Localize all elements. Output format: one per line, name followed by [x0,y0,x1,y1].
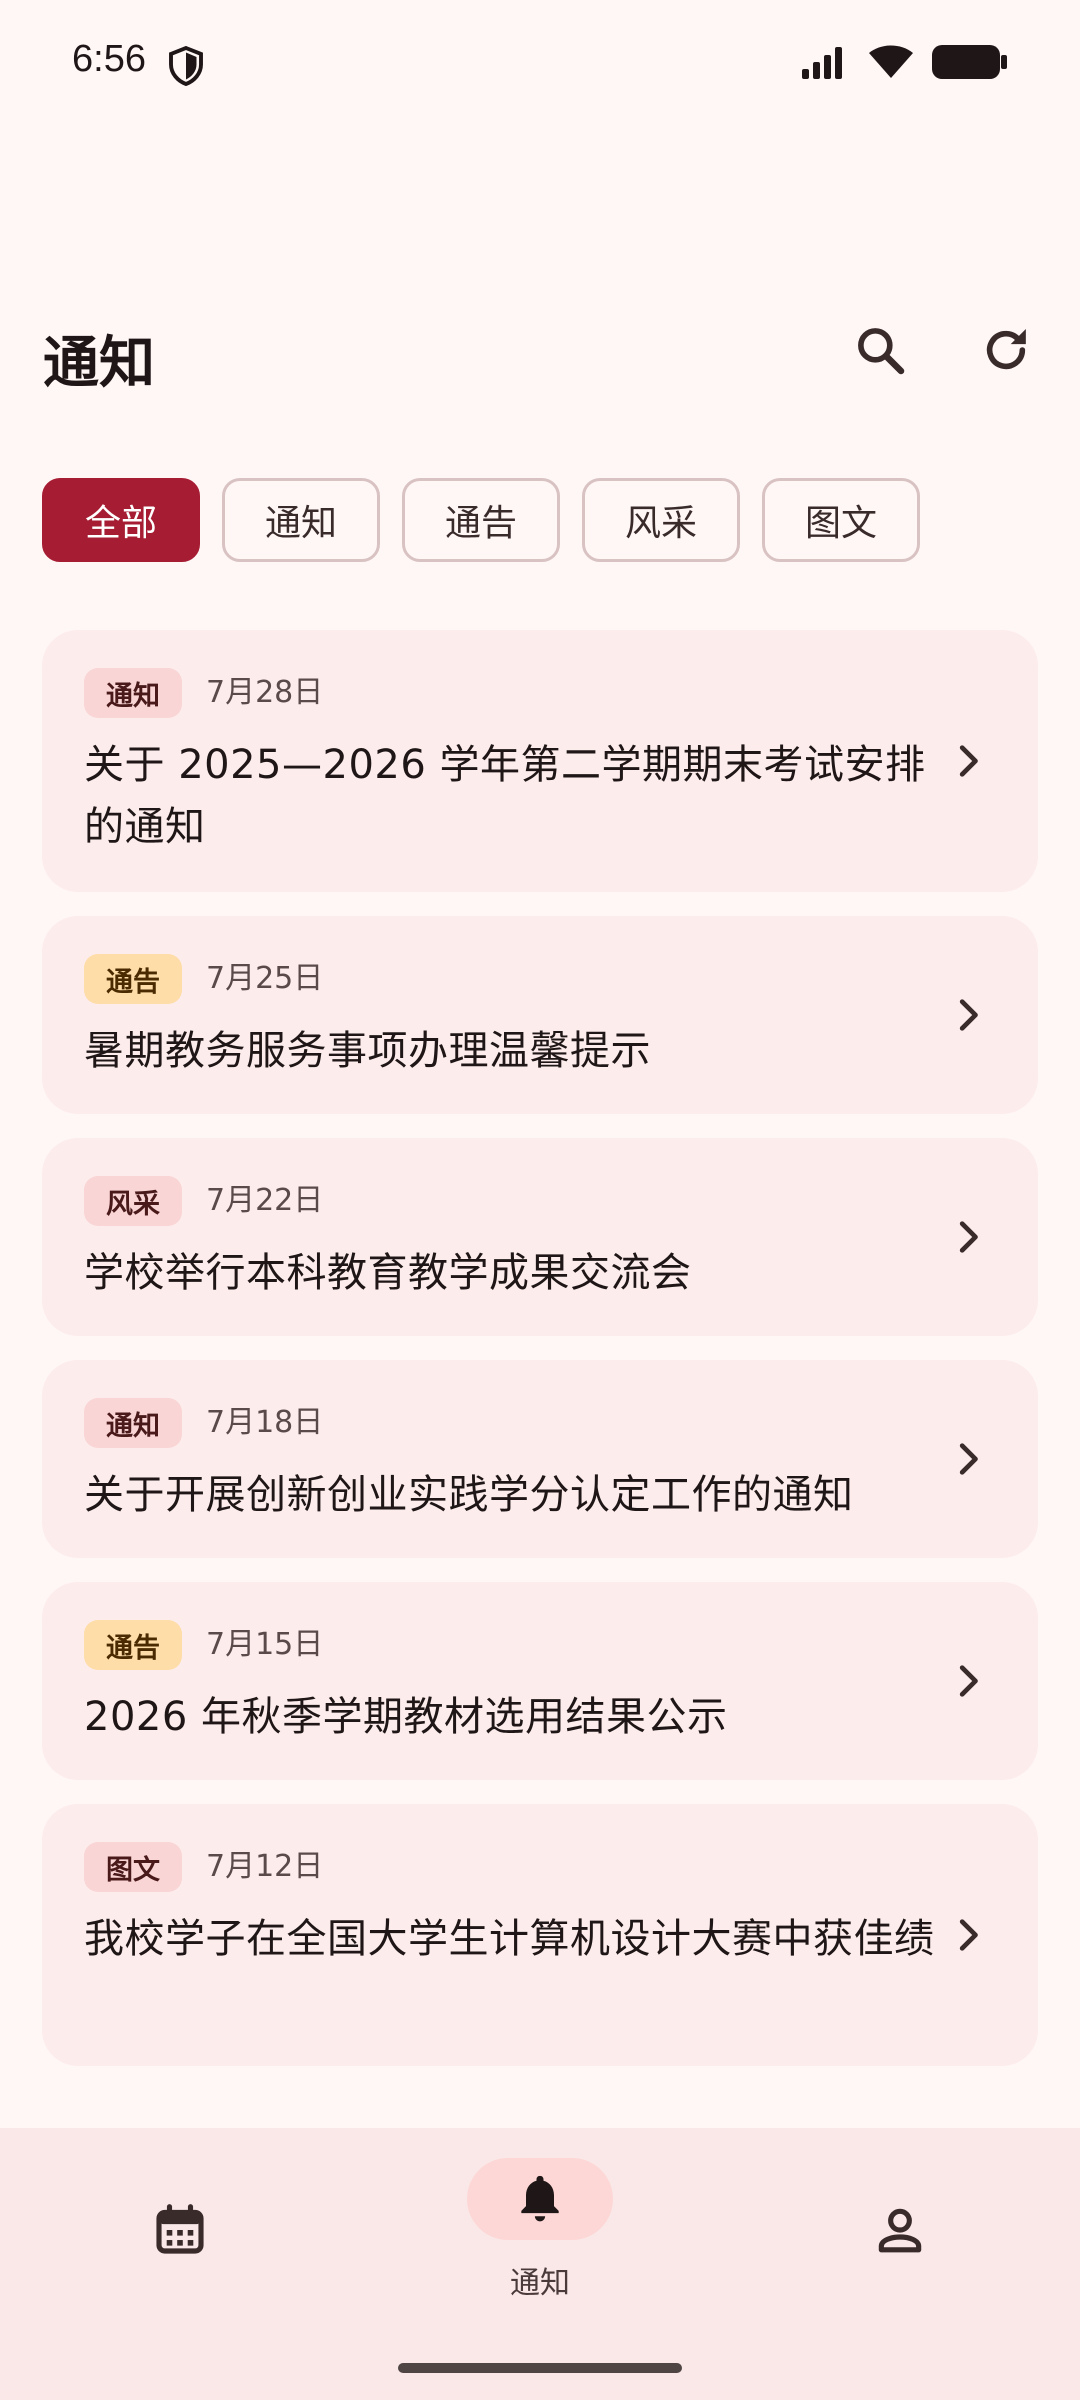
signal-icon [802,47,842,79]
home-indicator [398,2363,682,2373]
nav-label-notifications: 通知 [510,2266,570,2301]
notice-tag: 通告 [84,1620,182,1670]
status-time: 6:56 [72,38,146,80]
notice-title: 暑期教务服务事项办理温馨提示 [84,1028,651,1074]
filter-chip-announcement[interactable]: 通告 [402,478,560,562]
notice-tag: 通告 [84,954,182,1004]
notice-card[interactable]: 风采 7月22日 学校举行本科教育教学成果交流会 [42,1138,1038,1336]
notice-date: 7月28日 [206,675,324,710]
search-button[interactable] [842,312,918,388]
filter-chip-all[interactable]: 全部 [42,478,200,562]
notice-card[interactable]: 通知 7月28日 关于 2025—2026 学年第二学期期末考试安排的通知 [42,630,1038,892]
notice-card[interactable]: 图文 7月12日 我校学子在全国大学生计算机设计大赛中获佳绩 [42,1804,1038,2066]
refresh-button[interactable] [968,312,1044,388]
bottom-nav: 通知 [0,2128,1080,2400]
notice-title: 学校举行本科教育教学成果交流会 [84,1250,692,1296]
chevron-right-icon [959,745,978,777]
battery-icon [932,45,1007,79]
notice-title: 关于开展创新创业实践学分认定工作的通知 [84,1472,854,1518]
filter-chip-style[interactable]: 风采 [582,478,740,562]
notice-title: 关于 2025—2026 学年第二学期期末考试安排的通知 [84,742,926,850]
page-title: 通知 [43,331,155,396]
notice-date: 7月22日 [206,1183,324,1218]
wifi-icon [869,45,913,78]
chevron-right-icon [959,999,978,1031]
notice-title: 2026 年秋季学期教材选用结果公示 [84,1694,728,1740]
filter-chips: 全部 通知 通告 风采 图文 [42,478,920,562]
filter-chip-photo[interactable]: 图文 [762,478,920,562]
notice-tag: 风采 [84,1176,182,1226]
chevron-right-icon [959,1919,978,1951]
header: 通知 [0,300,1080,400]
refresh-icon [986,329,1026,370]
search-icon [858,328,905,375]
person-icon [878,2208,922,2253]
nav-item-notifications[interactable]: 通知 [360,2128,720,2328]
chevron-right-icon [959,1221,978,1253]
status-bar: 6:56 [0,0,1080,130]
notice-date: 7月15日 [206,1627,324,1662]
notice-title: 我校学子在全国大学生计算机设计大赛中获佳绩 [84,1916,935,1962]
notice-tag: 通知 [84,668,182,718]
notice-card[interactable]: 通告 7月25日 暑期教务服务事项办理温馨提示 [42,916,1038,1114]
chevron-right-icon [959,1443,978,1475]
notice-tag: 图文 [84,1842,182,1892]
notice-tag: 通知 [84,1398,182,1448]
filter-chip-notice[interactable]: 通知 [222,478,380,562]
nav-item-calendar[interactable] [0,2128,360,2328]
bell-icon [521,2175,559,2222]
notice-date: 7月18日 [206,1405,324,1440]
notice-date: 7月12日 [206,1849,324,1884]
chevron-right-icon [959,1665,978,1697]
notice-card[interactable]: 通告 7月15日 2026 年秋季学期教材选用结果公示 [42,1582,1038,1780]
notice-date: 7月25日 [206,961,324,996]
notice-card[interactable]: 通知 7月18日 关于开展创新创业实践学分认定工作的通知 [42,1360,1038,1558]
calendar-icon [156,2204,204,2254]
nav-item-profile[interactable] [720,2128,1080,2328]
shield-icon [169,46,203,86]
